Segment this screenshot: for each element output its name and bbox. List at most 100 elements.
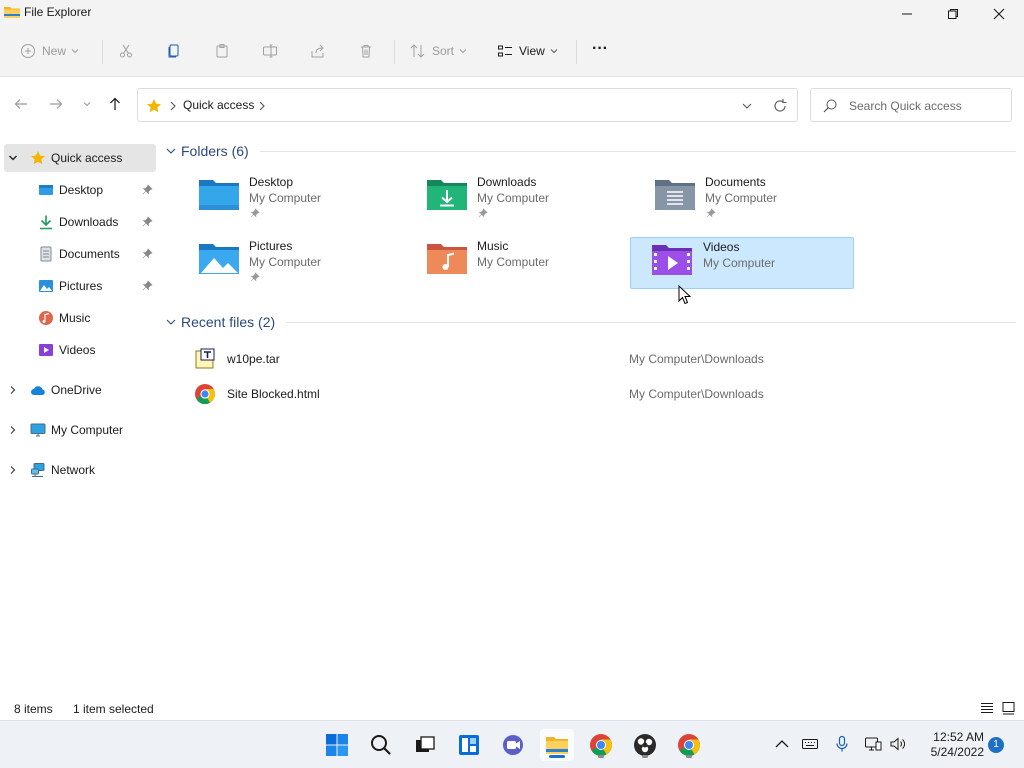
chevron-up-icon[interactable] xyxy=(773,735,791,753)
rename-button[interactable] xyxy=(262,38,278,64)
chrome-html-file-icon xyxy=(195,384,216,405)
sidebar-item-quick-access[interactable]: Quick access xyxy=(4,144,156,172)
breadcrumb-quick-access[interactable]: Quick access xyxy=(183,98,254,112)
chevron-right-icon[interactable] xyxy=(8,465,18,475)
pin-icon[interactable] xyxy=(142,248,153,259)
sort-button[interactable]: Sort xyxy=(410,38,467,64)
clock[interactable]: 12:52 AM 5/24/2022 xyxy=(914,730,984,760)
recent-file-row[interactable]: w10pe.tar My Computer\Downloads xyxy=(190,343,1020,375)
recent-file-row[interactable]: Site Blocked.html My Computer\Downloads xyxy=(190,378,1020,410)
forward-button[interactable] xyxy=(46,94,66,114)
close-button[interactable] xyxy=(976,0,1022,28)
sidebar-item-pictures[interactable]: Pictures xyxy=(4,272,156,300)
back-button[interactable] xyxy=(11,94,31,114)
folder-location: My Computer xyxy=(477,191,550,205)
sort-icon xyxy=(410,44,425,58)
task-view-button[interactable] xyxy=(408,729,442,761)
chevron-down-icon xyxy=(71,49,79,54)
notification-badge[interactable]: 1 xyxy=(988,737,1004,753)
folder-tile-videos[interactable]: Videos My Computer xyxy=(630,237,854,289)
pin-icon[interactable] xyxy=(142,280,153,291)
large-icons-view-icon[interactable] xyxy=(1001,700,1017,716)
new-label: New xyxy=(42,44,67,58)
recent-locations-button[interactable] xyxy=(77,94,97,114)
pictures-folder-icon xyxy=(199,244,239,274)
pin-icon[interactable] xyxy=(142,216,153,227)
sidebar-item-onedrive[interactable]: OneDrive xyxy=(4,376,156,404)
view-button[interactable]: View xyxy=(497,38,558,64)
onedrive-cloud-icon xyxy=(31,386,45,395)
folder-tile-music[interactable]: Music My Computer xyxy=(420,234,644,286)
chat-icon xyxy=(503,735,523,755)
search-input[interactable] xyxy=(849,97,1004,115)
sort-label: Sort xyxy=(432,44,455,58)
obs-icon xyxy=(634,734,656,756)
folder-tile-desktop[interactable]: Desktop My Computer xyxy=(192,170,416,222)
chevron-right-icon[interactable] xyxy=(8,385,18,395)
taskbar-chrome-2[interactable] xyxy=(672,729,706,761)
address-history-chevron-icon[interactable] xyxy=(740,99,754,113)
sidebar-item-desktop[interactable]: Desktop xyxy=(4,176,156,204)
taskbar-obs[interactable] xyxy=(628,729,662,761)
sidebar-item-label: Desktop xyxy=(59,183,104,197)
minimize-button[interactable] xyxy=(884,0,930,28)
taskbar-chrome[interactable] xyxy=(584,729,618,761)
close-icon xyxy=(993,8,1005,20)
title-bar[interactable]: File Explorer xyxy=(0,0,1024,28)
delete-button[interactable] xyxy=(358,38,374,64)
copy-button[interactable] xyxy=(166,38,182,64)
up-button[interactable] xyxy=(105,94,125,114)
sidebar-item-videos[interactable]: Videos xyxy=(4,336,156,364)
folders-group-header[interactable]: Folders (6) xyxy=(166,141,249,161)
network-icon xyxy=(31,463,45,477)
sidebar-item-downloads[interactable]: Downloads xyxy=(4,208,156,236)
microphone-icon[interactable] xyxy=(833,735,851,753)
address-bar[interactable]: Quick access xyxy=(137,88,798,122)
more-options-button[interactable]: ··· xyxy=(592,36,608,62)
pin-icon[interactable] xyxy=(142,184,153,195)
chevron-down-icon[interactable] xyxy=(8,153,18,163)
chevron-right-icon[interactable] xyxy=(258,101,266,111)
start-button[interactable] xyxy=(320,729,354,761)
folder-tile-documents[interactable]: Documents My Computer xyxy=(648,170,872,222)
file-explorer-window: File Explorer New Sort View ··· Quick ac… xyxy=(0,0,1024,720)
paste-button[interactable] xyxy=(214,38,230,64)
recent-file-path: My Computer\Downloads xyxy=(629,352,764,366)
sidebar-item-documents[interactable]: Documents xyxy=(4,240,156,268)
share-button[interactable] xyxy=(310,38,326,64)
recent-files-group-header[interactable]: Recent files (2) xyxy=(166,312,275,332)
keyboard-icon[interactable] xyxy=(801,735,819,753)
pin-icon xyxy=(250,208,260,218)
arrow-up-icon xyxy=(110,97,120,110)
taskbar-file-explorer[interactable] xyxy=(540,729,574,761)
taskbar: 12:52 AM 5/24/2022 1 xyxy=(0,720,1024,768)
command-bar: New Sort View ··· xyxy=(0,28,1024,76)
widgets-button[interactable] xyxy=(452,729,486,761)
running-indicator xyxy=(598,755,604,758)
folder-location: My Computer xyxy=(249,191,322,205)
speaker-icon[interactable] xyxy=(889,735,907,753)
group-divider xyxy=(260,151,1016,152)
chevron-down-icon xyxy=(166,148,176,154)
teams-chat-button[interactable] xyxy=(496,729,530,761)
cut-button[interactable] xyxy=(118,38,134,64)
folder-tile-pictures[interactable]: Pictures My Computer xyxy=(192,234,416,286)
chevron-down-icon xyxy=(459,49,467,54)
details-view-icon[interactable] xyxy=(979,700,995,716)
search-box[interactable] xyxy=(810,88,1012,122)
windows-logo-icon xyxy=(326,734,348,756)
new-button[interactable]: New xyxy=(20,38,79,64)
network-status-icon[interactable] xyxy=(864,735,882,753)
maximize-button[interactable] xyxy=(930,0,976,28)
chevron-right-icon[interactable] xyxy=(8,425,18,435)
documents-folder-icon xyxy=(655,180,695,210)
sidebar-item-my-computer[interactable]: My Computer xyxy=(4,416,156,444)
recent-file-path: My Computer\Downloads xyxy=(629,387,764,401)
sidebar-item-music[interactable]: Music xyxy=(4,304,156,332)
arrow-left-icon xyxy=(14,99,27,109)
folder-tile-downloads[interactable]: Downloads My Computer xyxy=(420,170,644,222)
view-label: View xyxy=(519,44,545,58)
sidebar-item-network[interactable]: Network xyxy=(4,456,156,484)
taskbar-search-button[interactable] xyxy=(364,729,398,761)
refresh-icon[interactable] xyxy=(772,98,788,114)
